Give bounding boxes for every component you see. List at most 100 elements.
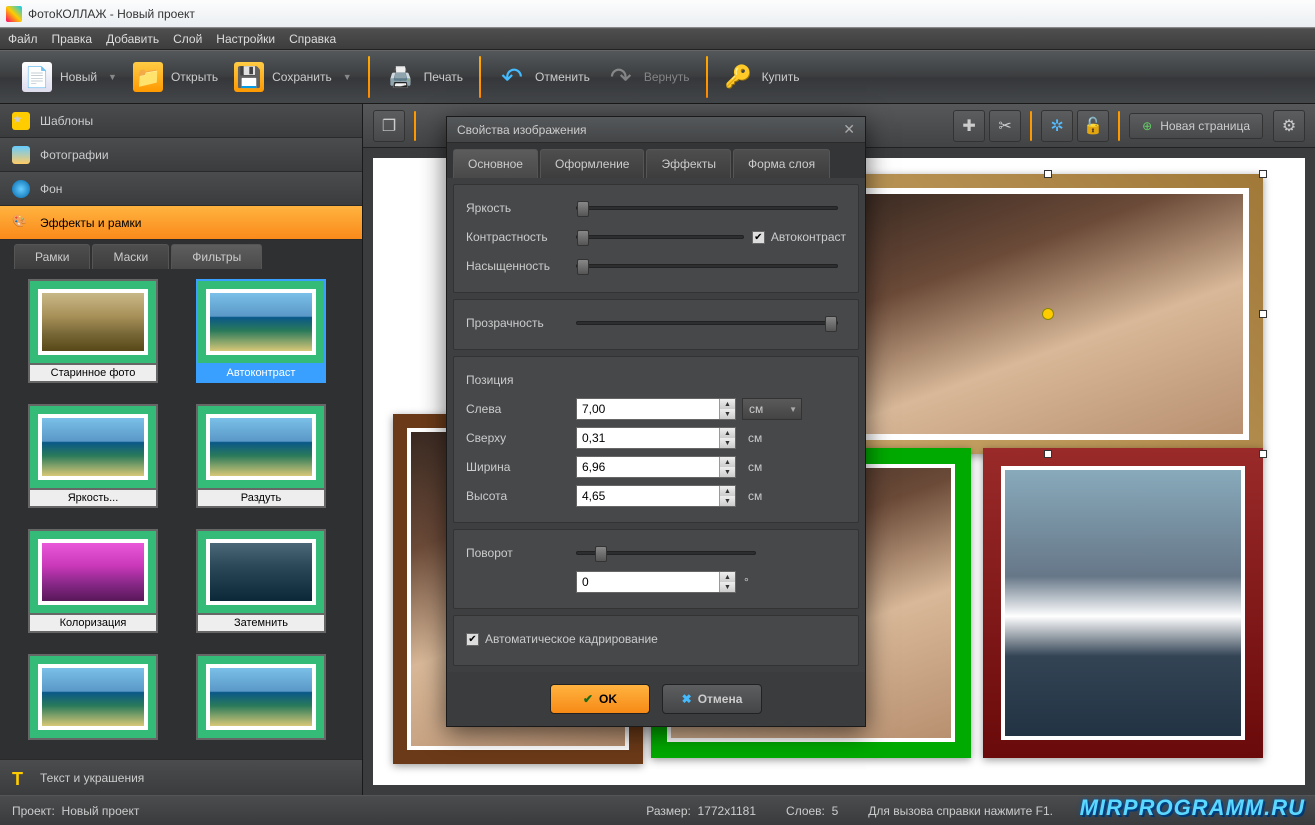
sidebar: ★ Шаблоны Фотографии Фон 🎨 Эффекты и рам…	[0, 104, 363, 795]
height-label: Высота	[466, 489, 576, 503]
status-project: Проект: Новый проект	[12, 804, 139, 818]
autocontrast-checkbox[interactable]: ✔	[752, 231, 765, 244]
lock-button[interactable]: 🔓	[1077, 110, 1109, 142]
dialog-titlebar[interactable]: Свойства изображения ✕	[447, 117, 865, 143]
saturation-slider[interactable]	[576, 264, 838, 268]
watermark: MIRPROGRAMM.RU	[1080, 795, 1305, 821]
dropdown-icon[interactable]: ▼	[108, 72, 117, 82]
menu-help[interactable]: Справка	[289, 32, 336, 46]
rotation-slider[interactable]	[576, 551, 756, 555]
check-icon: ✔	[583, 692, 593, 706]
globe-icon	[12, 180, 30, 198]
status-size: Размер: 1772x1181	[646, 804, 756, 818]
toolbar-new-button[interactable]: 📄 Новый▼	[14, 58, 125, 96]
add-layer-button[interactable]: ✚	[953, 110, 985, 142]
tab-shape[interactable]: Форма слоя	[733, 149, 830, 178]
undo-icon: ↶	[497, 62, 527, 92]
position-label: Позиция	[466, 373, 576, 387]
window-title: ФотоКОЛЛАЖ - Новый проект	[28, 7, 195, 21]
status-layers: Слоев: 5	[786, 804, 838, 818]
sidebar-text[interactable]: T Текст и украшения	[0, 759, 362, 795]
filter-thumbnails: Старинное фото Автоконтраст Яркость... Р…	[0, 269, 362, 759]
dialog-title: Свойства изображения	[457, 123, 587, 137]
sidebar-photos[interactable]: Фотографии	[0, 138, 362, 172]
subtab-frames[interactable]: Рамки	[14, 244, 90, 269]
left-input[interactable]: 7,00▲▼	[576, 398, 736, 420]
toolbar-open-button[interactable]: 📁 Открыть	[125, 58, 226, 96]
menu-add[interactable]: Добавить	[106, 32, 159, 46]
toolbar-separator	[706, 56, 708, 98]
folder-icon: 📁	[133, 62, 163, 92]
unit-label: см	[742, 456, 802, 478]
layers-button[interactable]: ❐	[373, 110, 405, 142]
filter-item[interactable]	[28, 654, 158, 749]
toolbar-save-button[interactable]: 💾 Сохранить▼	[226, 58, 360, 96]
width-input[interactable]: 6,96▲▼	[576, 456, 736, 478]
ok-button[interactable]: ✔OK	[550, 684, 650, 714]
autocrop-label: Автоматическое кадрирование	[485, 632, 658, 646]
sidebar-subtabs: Рамки Маски Фильтры	[0, 240, 362, 269]
image-properties-dialog: Свойства изображения ✕ Основное Оформлен…	[446, 116, 866, 727]
text-icon: T	[12, 769, 30, 787]
saturation-label: Насыщенность	[466, 259, 576, 273]
dialog-body: Яркость Контрастность ✔ Автоконтраст Нас…	[447, 184, 865, 666]
opacity-slider[interactable]	[576, 321, 838, 325]
title-bar: ФотоКОЛЛАЖ - Новый проект	[0, 0, 1315, 28]
toolbar-undo-button[interactable]: ↶ Отменить	[489, 58, 598, 96]
page-settings-button[interactable]: ⚙	[1273, 110, 1305, 142]
cut-button[interactable]: ✂	[989, 110, 1021, 142]
toolbar-buy-button[interactable]: 🔑 Купить	[716, 58, 808, 96]
dialog-tabs: Основное Оформление Эффекты Форма слоя	[447, 143, 865, 178]
sidebar-templates[interactable]: ★ Шаблоны	[0, 104, 362, 138]
toolbar-separator	[368, 56, 370, 98]
toolbar-print-button[interactable]: 🖨️ Печать	[378, 58, 471, 96]
top-input[interactable]: 0,31▲▼	[576, 427, 736, 449]
tab-style[interactable]: Оформление	[540, 149, 644, 178]
autocrop-checkbox[interactable]: ✔	[466, 633, 479, 646]
brightness-slider[interactable]	[576, 206, 838, 210]
status-help: Для вызова справки нажмите F1.	[868, 804, 1053, 818]
menu-bar: Файл Правка Добавить Слой Настройки Спра…	[0, 28, 1315, 50]
collage-frame-1[interactable]	[833, 174, 1263, 454]
subtab-masks[interactable]: Маски	[92, 244, 169, 269]
sidebar-background[interactable]: Фон	[0, 172, 362, 206]
star-icon: ★	[12, 112, 30, 130]
menu-layer[interactable]: Слой	[173, 32, 202, 46]
subtab-filters[interactable]: Фильтры	[171, 244, 262, 269]
cancel-button[interactable]: ✖Отмена	[662, 684, 762, 714]
tab-effects[interactable]: Эффекты	[646, 149, 731, 178]
toolbar-separator	[479, 56, 481, 98]
filter-brightness[interactable]: Яркость...	[28, 404, 158, 517]
filter-darken[interactable]: Затемнить	[196, 529, 326, 642]
contrast-slider[interactable]	[576, 235, 744, 239]
filter-colorize[interactable]: Колоризация	[28, 529, 158, 642]
rotation-input[interactable]: 0▲▼	[576, 571, 736, 593]
filter-autocontrast[interactable]: Автоконтраст	[196, 279, 326, 392]
filter-inflate[interactable]: Раздуть	[196, 404, 326, 517]
key-icon: 🔑	[724, 62, 754, 92]
menu-settings[interactable]: Настройки	[216, 32, 275, 46]
sidebar-effects[interactable]: 🎨 Эффекты и рамки	[0, 206, 362, 240]
autocontrast-label: Автоконтраст	[771, 230, 846, 244]
menu-edit[interactable]: Правка	[52, 32, 93, 46]
unit-select[interactable]: см	[742, 398, 802, 420]
settings-button[interactable]: ✲	[1041, 110, 1073, 142]
contrast-label: Контрастность	[466, 230, 576, 244]
new-icon: 📄	[22, 62, 52, 92]
new-page-button[interactable]: ⊕ Новая страница	[1129, 113, 1263, 139]
unit-label: см	[742, 485, 802, 507]
toolbar-separator	[1118, 111, 1120, 141]
toolbar-redo-button[interactable]: ↷ Вернуть	[598, 58, 698, 96]
filter-item[interactable]	[196, 654, 326, 749]
x-icon: ✖	[682, 692, 692, 706]
tab-basic[interactable]: Основное	[453, 149, 538, 178]
top-label: Сверху	[466, 431, 576, 445]
close-icon[interactable]: ✕	[843, 121, 855, 138]
toolbar-separator	[1030, 111, 1032, 141]
height-input[interactable]: 4,65▲▼	[576, 485, 736, 507]
dropdown-icon[interactable]: ▼	[343, 72, 352, 82]
filter-old-photo[interactable]: Старинное фото	[28, 279, 158, 392]
collage-frame-4[interactable]	[983, 448, 1263, 758]
menu-file[interactable]: Файл	[8, 32, 38, 46]
redo-icon: ↷	[606, 62, 636, 92]
